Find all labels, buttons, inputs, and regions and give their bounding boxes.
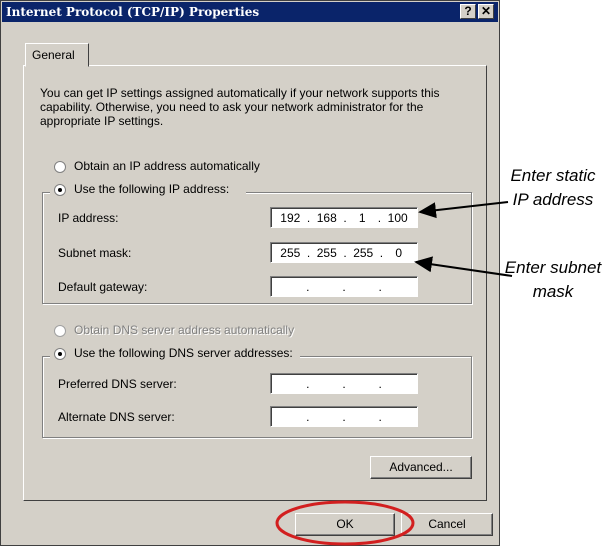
- help-icon: ?: [464, 4, 472, 18]
- advanced-button-label: Advanced...: [389, 460, 453, 474]
- close-icon: ✕: [480, 4, 492, 18]
- general-panel: You can get IP settings assigned automat…: [23, 65, 487, 501]
- subnet-mask-field[interactable]: 255. 255. 255. 0: [270, 242, 418, 263]
- ip-address-label: IP address:: [58, 211, 119, 225]
- obtain-dns-auto-radio[interactable]: [54, 325, 66, 337]
- use-following-dns-label: Use the following DNS server addresses:: [74, 346, 293, 360]
- use-following-ip-radio[interactable]: [54, 184, 66, 196]
- tab-general-label: General: [32, 48, 75, 62]
- static-ip-annotation: Enter static IP address: [510, 166, 596, 209]
- help-button[interactable]: ?: [460, 4, 476, 19]
- tcpip-properties-dialog: Internet Protocol (TCP/IP) Properties ? …: [0, 0, 500, 546]
- preferred-dns-field[interactable]: ...: [270, 373, 418, 394]
- subnet-mask-label: Subnet mask:: [58, 246, 132, 260]
- use-following-ip-label: Use the following IP address:: [74, 182, 230, 196]
- ok-button[interactable]: OK: [295, 513, 395, 536]
- close-button[interactable]: ✕: [478, 4, 494, 19]
- preferred-dns-label: Preferred DNS server:: [58, 377, 177, 391]
- use-following-dns-radio[interactable]: [54, 348, 66, 360]
- advanced-button[interactable]: Advanced...: [370, 456, 472, 479]
- cancel-button-label: Cancel: [428, 517, 466, 531]
- obtain-ip-auto-radio[interactable]: [54, 161, 66, 173]
- subnet-annotation: Enter subnet mask: [504, 258, 602, 301]
- description-text: You can get IP settings assigned automat…: [40, 86, 440, 128]
- alternate-dns-label: Alternate DNS server:: [58, 410, 175, 424]
- cancel-button[interactable]: Cancel: [401, 513, 493, 536]
- alternate-dns-field[interactable]: ...: [270, 406, 418, 427]
- default-gateway-field[interactable]: ...: [270, 276, 418, 297]
- default-gateway-label: Default gateway:: [58, 280, 148, 294]
- obtain-dns-auto-label: Obtain DNS server address automatically: [74, 323, 295, 337]
- ok-button-label: OK: [336, 517, 354, 531]
- obtain-ip-auto-label: Obtain an IP address automatically: [74, 159, 260, 173]
- window-title: Internet Protocol (TCP/IP) Properties: [6, 5, 260, 19]
- tab-general[interactable]: General: [25, 43, 89, 67]
- ip-address-field[interactable]: 192. 168. 1. 100: [270, 207, 418, 228]
- title-bar[interactable]: Internet Protocol (TCP/IP) Properties ? …: [2, 2, 498, 22]
